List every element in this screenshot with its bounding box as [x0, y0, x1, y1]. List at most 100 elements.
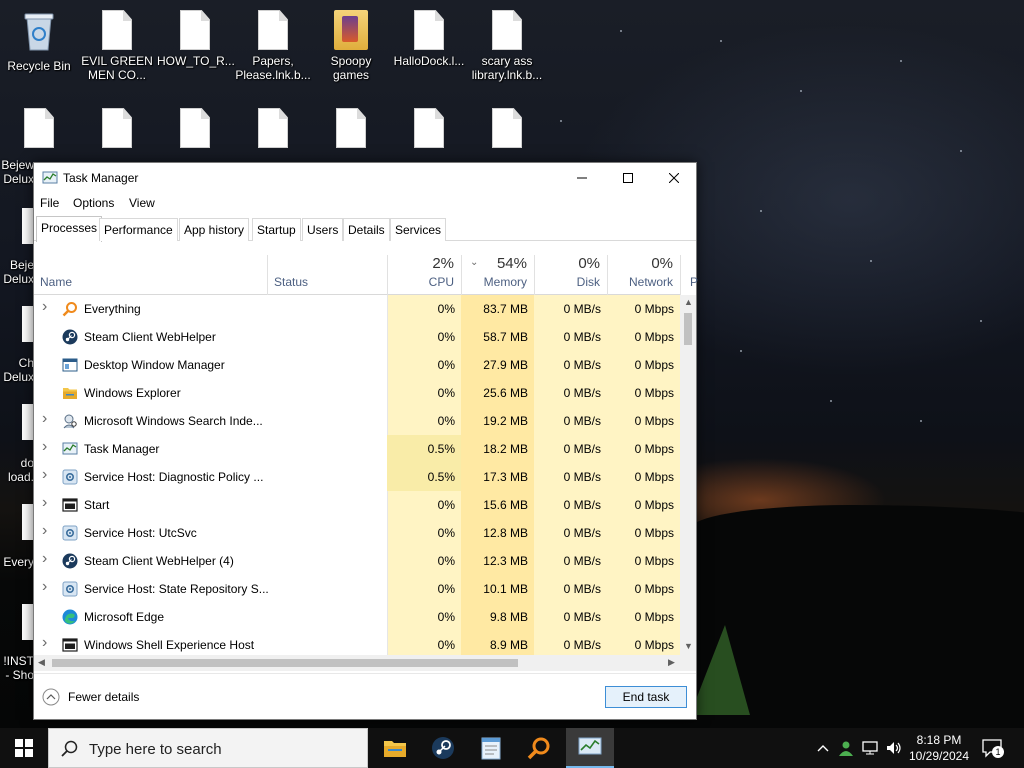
process-cpu: 0% [437, 386, 455, 400]
expand-chevron-icon[interactable]: › [42, 466, 47, 484]
expand-chevron-icon[interactable]: › [42, 550, 47, 568]
desktop-icon-recycle-bin[interactable]: Recycle Bin [1, 10, 77, 73]
process-row[interactable]: › Service Host: State Repository S... 0% 10… [34, 575, 680, 603]
tab-app-history[interactable]: App history [179, 218, 250, 241]
taskbar-search-box[interactable]: Type here to search [48, 728, 368, 768]
desktop-icon-row2-1[interactable] [1, 108, 77, 152]
menu-options[interactable]: Options [73, 196, 114, 210]
process-memory: 18.2 MB [483, 442, 528, 456]
close-button[interactable] [651, 163, 697, 193]
desktop-icon-row2-2[interactable] [79, 108, 155, 152]
column-cpu[interactable]: 2% CPU [388, 255, 461, 295]
file-icon [414, 108, 444, 148]
desktop-icon-label: HalloDock.l... [393, 54, 465, 68]
process-row[interactable]: › Service Host: Diagnostic Policy ... 0.5%… [34, 463, 680, 491]
column-network[interactable]: 0% Network [608, 255, 680, 295]
process-memory: 10.1 MB [483, 582, 528, 596]
scroll-left-icon[interactable]: ◀ [38, 657, 45, 668]
column-name[interactable]: Name [34, 255, 267, 295]
desktop-icon-papers-please[interactable]: Papers, Please.lnk.b... [235, 10, 311, 82]
desktop-icon-spoopy-games[interactable]: Spoopy games [313, 10, 389, 82]
process-disk: 0 MB/s [563, 638, 601, 652]
expand-chevron-icon[interactable]: › [42, 522, 47, 540]
fewer-details-button[interactable]: Fewer details [42, 688, 139, 706]
show-hidden-icons-button[interactable] [814, 728, 832, 768]
folder-icon [334, 10, 368, 50]
vertical-scroll-thumb[interactable] [684, 313, 692, 345]
tray-user-status[interactable] [836, 728, 856, 768]
file-icon [492, 10, 522, 50]
process-row[interactable]: › Steam Client WebHelper (4) 0% 12.3 MB 0 MB… [34, 547, 680, 575]
desktop-icon-row2-4[interactable] [235, 108, 311, 152]
desktop-icon-how-to-r[interactable]: HOW_TO_R... [157, 10, 235, 68]
process-name: Service Host: Diagnostic Policy ... [84, 470, 264, 484]
taskbar-app-task-manager[interactable] [566, 728, 614, 768]
action-center-button[interactable]: 1 [982, 738, 1004, 761]
process-row[interactable]: › Task Manager 0.5% 18.2 MB 0 MB/s 0 Mbps [34, 435, 680, 463]
process-memory: 17.3 MB [483, 470, 528, 484]
horizontal-scroll-thumb[interactable] [52, 659, 518, 667]
column-disk[interactable]: 0% Disk [535, 255, 607, 295]
process-row[interactable]: Microsoft Edge 0% 9.8 MB 0 MB/s 0 Mbps [34, 603, 680, 631]
taskbar-app-everything[interactable] [515, 728, 563, 768]
scroll-up-icon[interactable]: ▲ [684, 297, 693, 307]
end-task-button[interactable]: End task [605, 686, 687, 708]
process-memory: 12.3 MB [483, 554, 528, 568]
vertical-scrollbar[interactable]: ▲ ▼ [680, 295, 696, 655]
process-row[interactable]: › Microsoft Windows Search Inde... 0% 19.2 … [34, 407, 680, 435]
sort-chevron-icon: ⌄ [470, 257, 479, 268]
process-cpu: 0.5% [427, 442, 455, 456]
taskbar-app-file-explorer[interactable] [371, 728, 419, 768]
desktop-icon-row2-3[interactable] [157, 108, 233, 152]
desktop-icon-hallodock[interactable]: HalloDock.l... [391, 10, 467, 68]
expand-chevron-icon[interactable]: › [42, 298, 47, 316]
minimize-icon [577, 177, 587, 179]
menu-view[interactable]: View [129, 196, 155, 210]
process-cpu: 0% [437, 638, 455, 652]
taskbar-clock[interactable]: 8:18 PM 10/29/2024 [904, 732, 974, 764]
expand-chevron-icon[interactable]: › [42, 578, 47, 596]
desktop-icon-evil-green-men[interactable]: EVIL GREEN MEN CO... [79, 10, 155, 82]
horizontal-scrollbar[interactable]: ◀ ▶ [34, 655, 680, 671]
start-button[interactable] [0, 728, 48, 768]
tab-services[interactable]: Services [390, 218, 447, 241]
process-row[interactable]: › Start 0% 15.6 MB 0 MB/s 0 Mbps [34, 491, 680, 519]
disk-label: Disk [576, 275, 600, 289]
desktop-icon-row2-5[interactable] [313, 108, 389, 152]
tab-processes[interactable]: Processes [36, 216, 103, 242]
tab-startup[interactable]: Startup [252, 218, 301, 241]
expand-chevron-icon[interactable]: › [42, 410, 47, 428]
process-name: Steam Client WebHelper [84, 330, 216, 344]
tray-network[interactable] [860, 728, 882, 768]
process-row[interactable]: Steam Client WebHelper 0% 58.7 MB 0 MB/s 0 M… [34, 323, 680, 351]
steam-icon [62, 553, 78, 569]
process-row[interactable]: Windows Explorer 0% 25.6 MB 0 MB/s 0 Mbps [34, 379, 680, 407]
column-status[interactable]: Status [268, 255, 387, 295]
scroll-down-icon[interactable]: ▼ [684, 641, 693, 651]
minimize-button[interactable] [559, 163, 605, 193]
expand-chevron-icon[interactable]: › [42, 438, 47, 456]
menu-file[interactable]: File [40, 196, 59, 210]
expand-chevron-icon[interactable]: › [42, 494, 47, 512]
windows-logo-icon [15, 739, 33, 757]
taskbar-app-steam[interactable] [419, 728, 467, 768]
process-row[interactable]: › Service Host: UtcSvc 0% 12.8 MB 0 MB/s 0 Mb… [34, 519, 680, 547]
tab-performance[interactable]: Performance [99, 218, 178, 241]
process-row[interactable]: › Everything 0% 83.7 MB 0 MB/s 0 Mbps [34, 295, 680, 323]
desktop-icon-row2-7[interactable] [469, 108, 545, 152]
process-network: 0 Mbps [634, 442, 674, 456]
maximize-button[interactable] [605, 163, 651, 193]
tab-users[interactable]: Users [302, 218, 344, 241]
process-row[interactable]: › Windows Shell Experience Host 0% 8.9 MB 0 … [34, 631, 680, 655]
scroll-right-icon[interactable]: ▶ [668, 657, 675, 668]
desktop-icon-scary-library[interactable]: scary ass library.lnk.b... [469, 10, 545, 82]
tab-details[interactable]: Details [343, 218, 390, 241]
tray-volume[interactable] [884, 728, 904, 768]
column-memory[interactable]: ⌄ 54% Memory [462, 255, 534, 295]
process-row[interactable]: Desktop Window Manager 0% 27.9 MB 0 MB/s 0 M… [34, 351, 680, 379]
taskbar-app-notepad[interactable] [467, 728, 515, 768]
desktop-icon-row2-6[interactable] [391, 108, 467, 152]
expand-chevron-icon[interactable]: › [42, 634, 47, 652]
process-memory: 19.2 MB [483, 414, 528, 428]
title-bar[interactable]: Task Manager [34, 163, 696, 193]
